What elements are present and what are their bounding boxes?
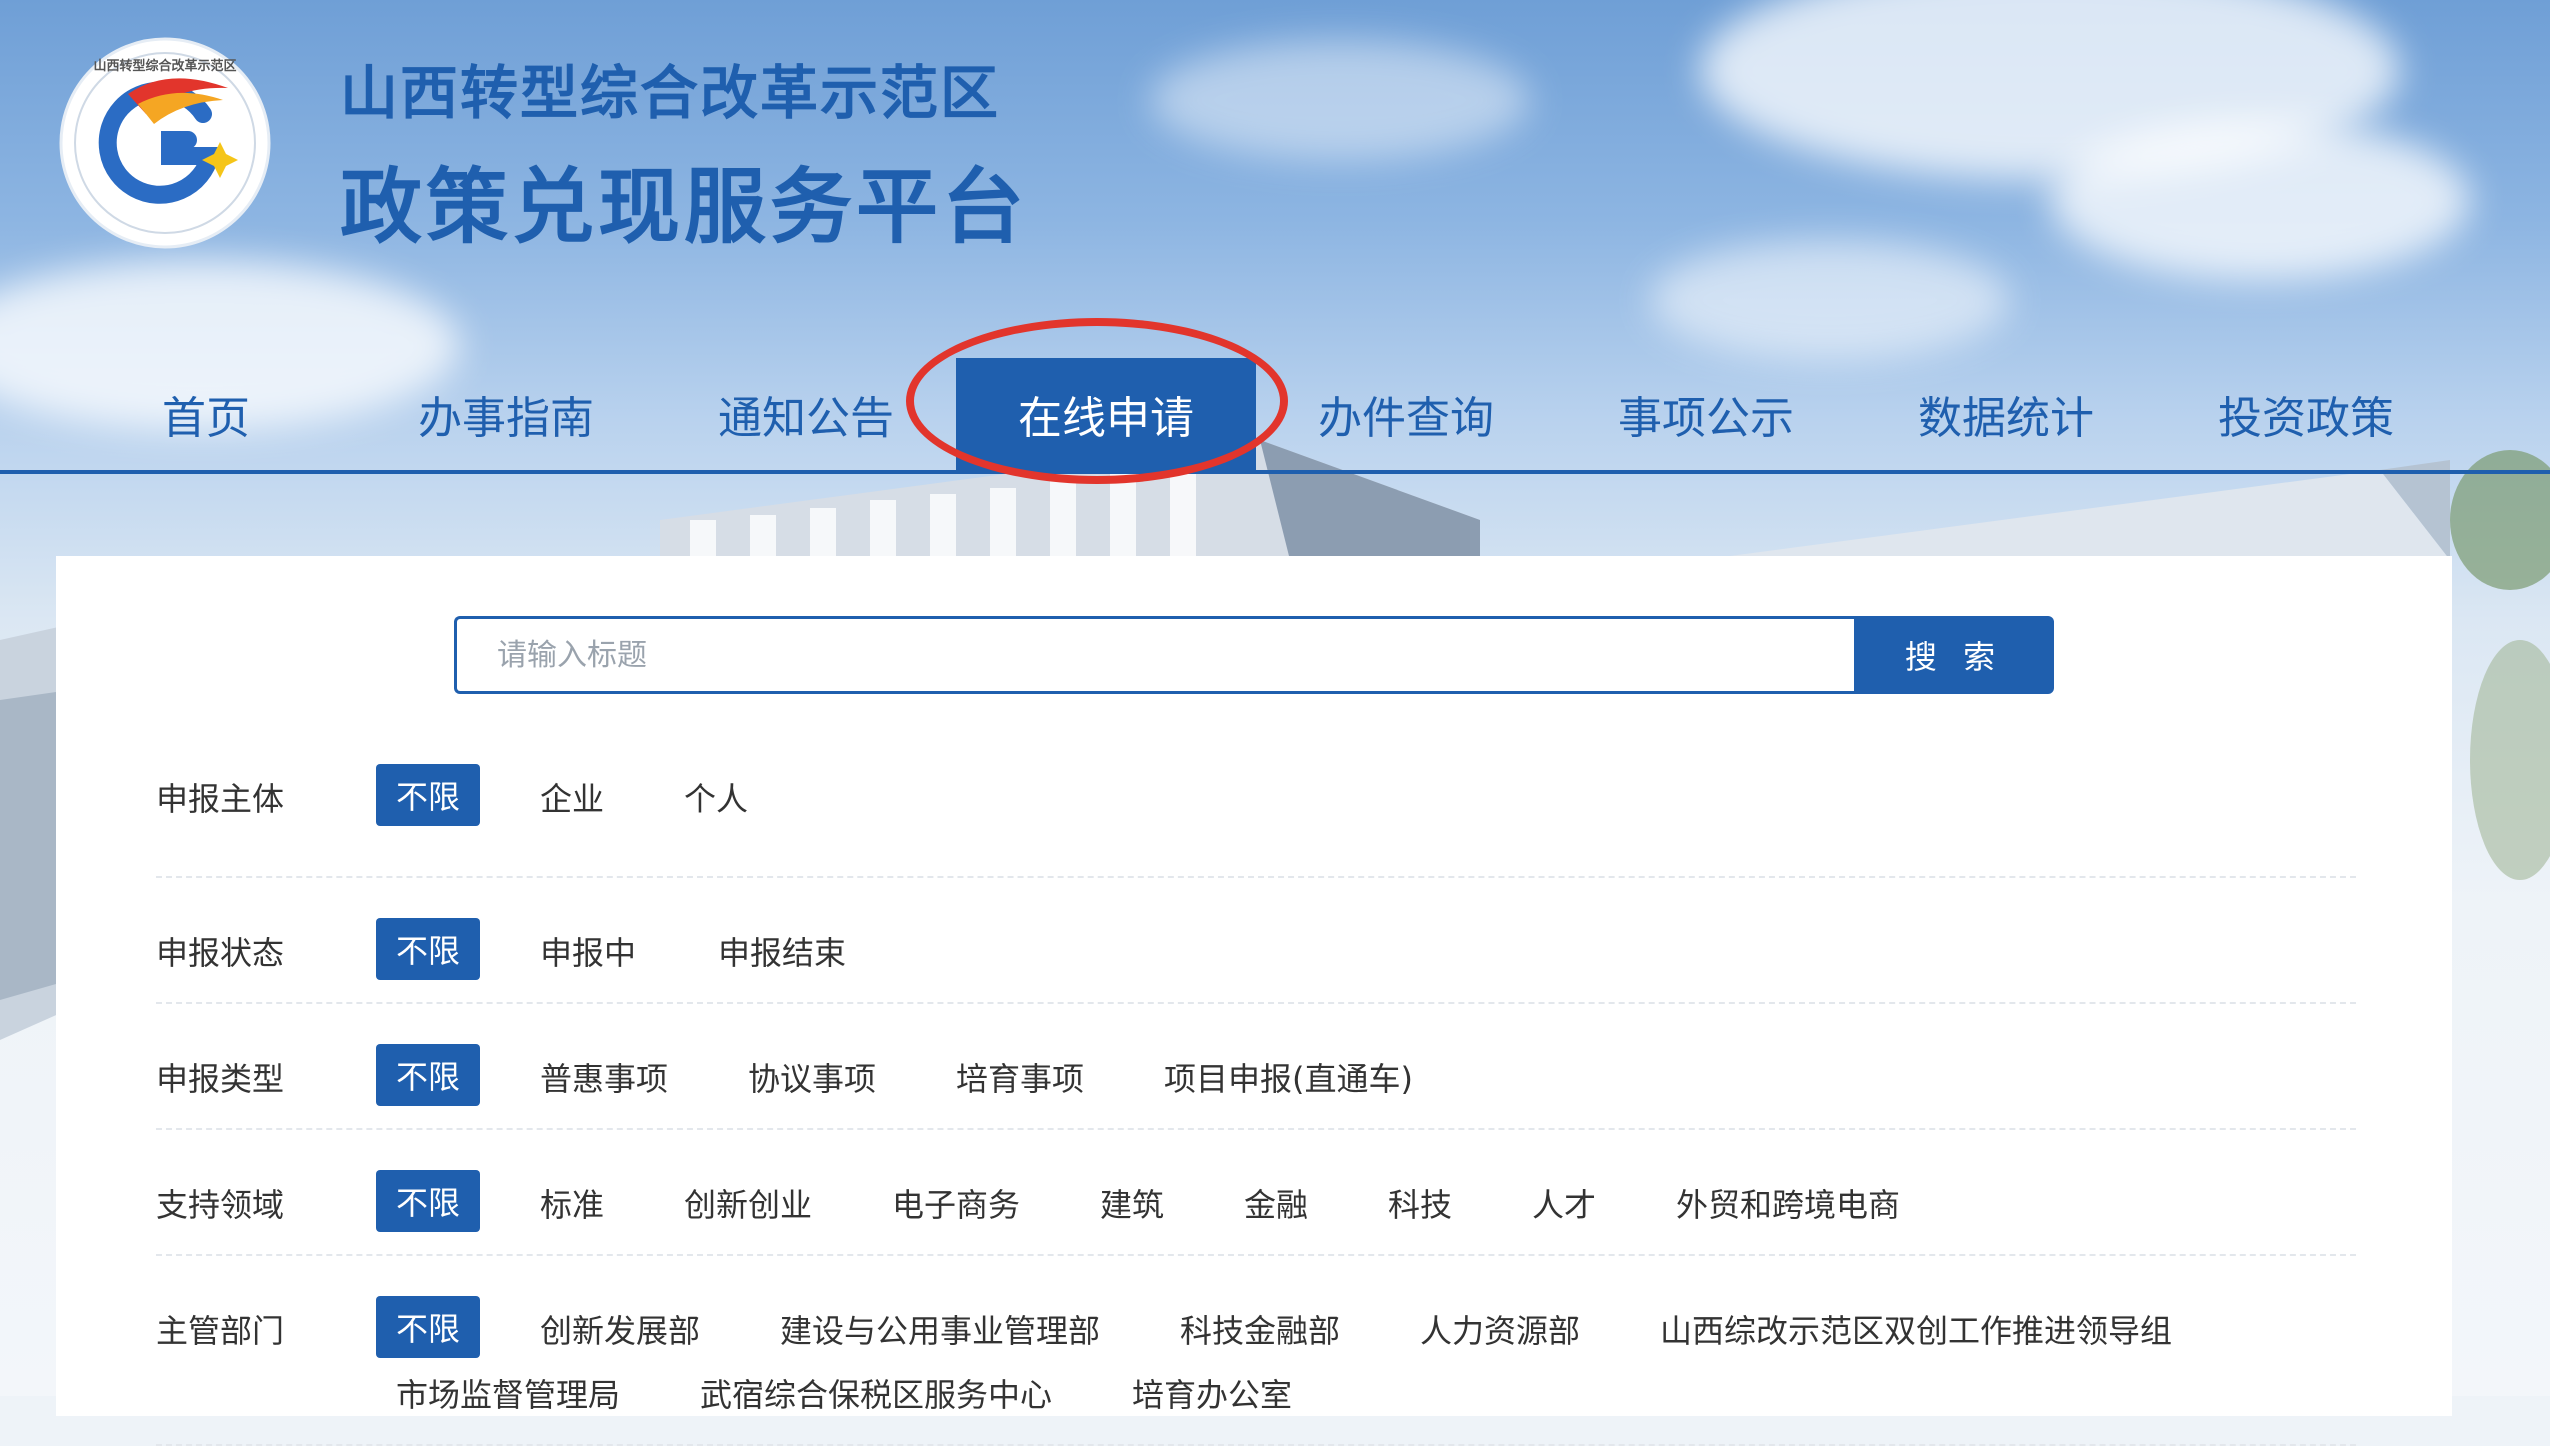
filter-option[interactable]: 建筑 bbox=[1100, 1180, 1164, 1226]
filter-option[interactable]: 申报中 bbox=[540, 928, 636, 974]
nav-item-home[interactable]: 首页 bbox=[56, 358, 356, 470]
platform-title-line1: 山西转型综合改革示范区 bbox=[340, 59, 1001, 127]
search-button[interactable]: 搜 索 bbox=[1854, 616, 2054, 694]
nav-item-publicity[interactable]: 事项公示 bbox=[1556, 358, 1856, 470]
filter-option[interactable]: 项目申报(直通车) bbox=[1164, 1054, 1413, 1100]
filter-option[interactable]: 外贸和跨境电商 bbox=[1676, 1180, 1900, 1226]
platform-logo: 山西转型综合改革示范区 bbox=[58, 36, 272, 250]
filter-option-selected[interactable]: 不限 bbox=[376, 1296, 480, 1358]
search-input[interactable] bbox=[454, 616, 1854, 694]
filter-option[interactable]: 创新发展部 bbox=[540, 1306, 700, 1352]
filter-option[interactable]: 人才 bbox=[1532, 1180, 1596, 1226]
filter-label: 申报主体 bbox=[156, 780, 285, 818]
nav-item-online-apply[interactable]: 在线申请 bbox=[956, 358, 1256, 470]
content-panel: 搜 索 申报主体 不限 企业 个人 申报状态 不限 申报中 申报结束 申报类型 … bbox=[56, 556, 2452, 1446]
filter-label: 申报状态 bbox=[156, 934, 285, 972]
filter-option[interactable]: 个人 bbox=[684, 774, 748, 820]
nav-item-notices[interactable]: 通知公告 bbox=[656, 358, 956, 470]
filter-option[interactable]: 申报结束 bbox=[718, 928, 846, 974]
nav-item-query[interactable]: 办件查询 bbox=[1256, 358, 1556, 470]
filter-option-selected[interactable]: 不限 bbox=[376, 1170, 480, 1232]
filter-option[interactable]: 创新创业 bbox=[684, 1180, 812, 1226]
filter-option[interactable]: 科技金融部 bbox=[1180, 1306, 1340, 1352]
filter-option-selected[interactable]: 不限 bbox=[376, 1044, 480, 1106]
nav-item-investment-policy[interactable]: 投资政策 bbox=[2156, 358, 2456, 470]
filter-row-status: 申报状态 不限 申报中 申报结束 bbox=[156, 876, 2356, 1004]
logo-ring-text: 山西转型综合改革示范区 bbox=[93, 58, 236, 74]
platform-title-line2: 政策兑现服务平台 bbox=[340, 160, 1029, 255]
filter-label: 主管部门 bbox=[156, 1312, 285, 1350]
filter-option[interactable]: 标准 bbox=[540, 1180, 604, 1226]
main-nav: 首页 办事指南 通知公告 在线申请 办件查询 事项公示 数据统计 投资政策 bbox=[0, 358, 2550, 474]
filter-option[interactable]: 人力资源部 bbox=[1420, 1306, 1580, 1352]
filter-option[interactable]: 协议事项 bbox=[748, 1054, 876, 1100]
filter-option[interactable]: 建设与公用事业管理部 bbox=[780, 1306, 1100, 1352]
logo-emblem-icon: 山西转型综合改革示范区 bbox=[59, 37, 271, 249]
filter-option[interactable]: 市场监督管理局 bbox=[396, 1370, 620, 1416]
filter-option[interactable]: 科技 bbox=[1388, 1180, 1452, 1226]
filter-option[interactable]: 山西综改示范区双创工作推进领导组 bbox=[1660, 1306, 2172, 1352]
filter-option-selected[interactable]: 不限 bbox=[376, 764, 480, 826]
filter-option[interactable]: 武宿综合保税区服务中心 bbox=[700, 1370, 1052, 1416]
filter-label: 申报类型 bbox=[156, 1060, 285, 1098]
filter-option[interactable]: 普惠事项 bbox=[540, 1054, 668, 1100]
filter-row-department: 主管部门 不限 创新发展部 建设与公用事业管理部 科技金融部 人力资源部 山西综… bbox=[156, 1254, 2356, 1446]
filter-option[interactable]: 培育事项 bbox=[956, 1054, 1084, 1100]
filter-row-field: 支持领域 不限 标准 创新创业 电子商务 建筑 金融 科技 人才 外贸和跨境电商 bbox=[156, 1128, 2356, 1256]
filter-option[interactable]: 培育办公室 bbox=[1132, 1370, 1292, 1416]
filter-option[interactable]: 企业 bbox=[540, 774, 604, 820]
nav-underline bbox=[0, 470, 2550, 474]
filter-label: 支持领域 bbox=[156, 1186, 285, 1224]
filter-row-type: 申报类型 不限 普惠事项 协议事项 培育事项 项目申报(直通车) bbox=[156, 1002, 2356, 1130]
nav-item-guide[interactable]: 办事指南 bbox=[356, 358, 656, 470]
filter-option[interactable]: 金融 bbox=[1244, 1180, 1308, 1226]
nav-item-statistics[interactable]: 数据统计 bbox=[1856, 358, 2156, 470]
filter-option-selected[interactable]: 不限 bbox=[376, 918, 480, 980]
filter-row-applicant: 申报主体 不限 企业 个人 bbox=[156, 732, 2356, 878]
filter-option[interactable]: 电子商务 bbox=[892, 1180, 1020, 1226]
